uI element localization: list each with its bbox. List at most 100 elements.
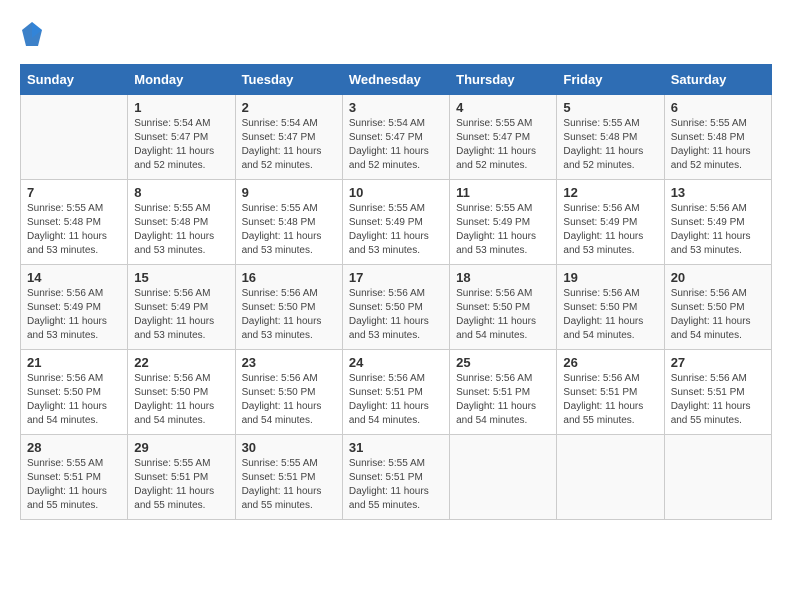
calendar-cell: 15Sunrise: 5:56 AM Sunset: 5:49 PM Dayli… <box>128 265 235 350</box>
calendar-cell: 17 Sunrise: 5:56 AM Sunset: 5:50 PM Dayli… <box>342 265 449 350</box>
calendar-cell: 25 Sunrise: 5:56 AM Sunset: 5:51 PM Dayli… <box>450 350 557 435</box>
day-number: 26 <box>563 355 657 370</box>
calendar-cell: 27Sunrise: 5:56 AM Sunset: 5:51 PM Dayli… <box>664 350 771 435</box>
logo <box>20 20 48 48</box>
page-header <box>20 20 772 48</box>
day-info: Sunrise: 5:55 AM Sunset: 5:48 PM Dayligh… <box>671 117 765 173</box>
day-info: Sunrise: 5:56 AM Sunset: 5:51 PM Dayligh… <box>671 372 765 428</box>
calendar-cell: 12Sunrise: 5:56 AM Sunset: 5:49 PM Dayli… <box>557 180 664 265</box>
day-number: 23 <box>242 355 336 370</box>
calendar-cell: 5 Sunrise: 5:55 AM Sunset: 5:48 PM Daylig… <box>557 95 664 180</box>
calendar-cell: 28 Sunrise: 5:55 AM Sunset: 5:51 PM Dayli… <box>21 435 128 520</box>
calendar-cell: 3 Sunrise: 5:54 AM Sunset: 5:47 PM Daylig… <box>342 95 449 180</box>
day-info: Sunrise: 5:54 AM Sunset: 5:47 PM Dayligh… <box>134 117 228 173</box>
calendar-cell: 26 Sunrise: 5:56 AM Sunset: 5:51 PM Dayli… <box>557 350 664 435</box>
day-number: 9 <box>242 185 336 200</box>
day-number: 25 <box>456 355 550 370</box>
day-info: Sunrise: 5:56 AM Sunset: 5:51 PM Dayligh… <box>563 372 657 428</box>
calendar-cell: 6 Sunrise: 5:55 AM Sunset: 5:48 PM Daylig… <box>664 95 771 180</box>
calendar-cell: 16Sunrise: 5:56 AM Sunset: 5:50 PM Dayli… <box>235 265 342 350</box>
day-info: Sunrise: 5:56 AM Sunset: 5:50 PM Dayligh… <box>242 287 336 343</box>
calendar-cell <box>21 95 128 180</box>
calendar-header: SundayMondayTuesdayWednesdayThursdayFrid… <box>21 65 772 95</box>
day-info: Sunrise: 5:55 AM Sunset: 5:51 PM Dayligh… <box>349 457 443 513</box>
day-number: 4 <box>456 100 550 115</box>
calendar-cell: 2 Sunrise: 5:54 AM Sunset: 5:47 PM Daylig… <box>235 95 342 180</box>
day-info: Sunrise: 5:55 AM Sunset: 5:48 PM Dayligh… <box>27 202 121 258</box>
day-number: 28 <box>27 440 121 455</box>
day-number: 1 <box>134 100 228 115</box>
calendar-cell: 4 Sunrise: 5:55 AM Sunset: 5:47 PM Daylig… <box>450 95 557 180</box>
day-info: Sunrise: 5:55 AM Sunset: 5:49 PM Dayligh… <box>456 202 550 258</box>
day-info: Sunrise: 5:56 AM Sunset: 5:50 PM Dayligh… <box>242 372 336 428</box>
day-info: Sunrise: 5:55 AM Sunset: 5:48 PM Dayligh… <box>134 202 228 258</box>
day-info: Sunrise: 5:56 AM Sunset: 5:50 PM Dayligh… <box>27 372 121 428</box>
day-info: Sunrise: 5:56 AM Sunset: 5:50 PM Dayligh… <box>456 287 550 343</box>
day-info: Sunrise: 5:55 AM Sunset: 5:51 PM Dayligh… <box>27 457 121 513</box>
day-info: Sunrise: 5:55 AM Sunset: 5:51 PM Dayligh… <box>134 457 228 513</box>
calendar-week-3: 14Sunrise: 5:56 AM Sunset: 5:49 PM Dayli… <box>21 265 772 350</box>
day-info: Sunrise: 5:56 AM Sunset: 5:49 PM Dayligh… <box>134 287 228 343</box>
calendar-cell: 9 Sunrise: 5:55 AM Sunset: 5:48 PM Daylig… <box>235 180 342 265</box>
day-info: Sunrise: 5:55 AM Sunset: 5:47 PM Dayligh… <box>456 117 550 173</box>
calendar-cell: 13 Sunrise: 5:56 AM Sunset: 5:49 PM Dayli… <box>664 180 771 265</box>
day-info: Sunrise: 5:54 AM Sunset: 5:47 PM Dayligh… <box>242 117 336 173</box>
weekday-header-tuesday: Tuesday <box>235 65 342 95</box>
day-number: 13 <box>671 185 765 200</box>
day-info: Sunrise: 5:56 AM Sunset: 5:51 PM Dayligh… <box>456 372 550 428</box>
day-info: Sunrise: 5:56 AM Sunset: 5:51 PM Dayligh… <box>349 372 443 428</box>
calendar-table: SundayMondayTuesdayWednesdayThursdayFrid… <box>20 64 772 520</box>
calendar-cell <box>664 435 771 520</box>
day-number: 3 <box>349 100 443 115</box>
calendar-cell: 14Sunrise: 5:56 AM Sunset: 5:49 PM Dayli… <box>21 265 128 350</box>
logo-icon <box>20 20 44 48</box>
day-info: Sunrise: 5:55 AM Sunset: 5:51 PM Dayligh… <box>242 457 336 513</box>
day-number: 29 <box>134 440 228 455</box>
calendar-cell <box>557 435 664 520</box>
calendar-body: 1 Sunrise: 5:54 AM Sunset: 5:47 PM Daylig… <box>21 95 772 520</box>
calendar-cell: 21Sunrise: 5:56 AM Sunset: 5:50 PM Dayli… <box>21 350 128 435</box>
weekday-header-monday: Monday <box>128 65 235 95</box>
calendar-cell: 20 Sunrise: 5:56 AM Sunset: 5:50 PM Dayli… <box>664 265 771 350</box>
day-number: 10 <box>349 185 443 200</box>
calendar-week-1: 1 Sunrise: 5:54 AM Sunset: 5:47 PM Daylig… <box>21 95 772 180</box>
day-number: 8 <box>134 185 228 200</box>
calendar-week-4: 21Sunrise: 5:56 AM Sunset: 5:50 PM Dayli… <box>21 350 772 435</box>
calendar-week-2: 7Sunrise: 5:55 AM Sunset: 5:48 PM Daylig… <box>21 180 772 265</box>
day-info: Sunrise: 5:56 AM Sunset: 5:50 PM Dayligh… <box>349 287 443 343</box>
day-info: Sunrise: 5:56 AM Sunset: 5:50 PM Dayligh… <box>671 287 765 343</box>
weekday-header-wednesday: Wednesday <box>342 65 449 95</box>
weekday-header-sunday: Sunday <box>21 65 128 95</box>
day-number: 17 <box>349 270 443 285</box>
day-number: 6 <box>671 100 765 115</box>
day-info: Sunrise: 5:55 AM Sunset: 5:49 PM Dayligh… <box>349 202 443 258</box>
weekday-header-thursday: Thursday <box>450 65 557 95</box>
day-info: Sunrise: 5:56 AM Sunset: 5:49 PM Dayligh… <box>671 202 765 258</box>
weekday-header-friday: Friday <box>557 65 664 95</box>
day-number: 5 <box>563 100 657 115</box>
day-number: 22 <box>134 355 228 370</box>
day-number: 11 <box>456 185 550 200</box>
day-number: 18 <box>456 270 550 285</box>
day-number: 24 <box>349 355 443 370</box>
day-number: 2 <box>242 100 336 115</box>
day-number: 20 <box>671 270 765 285</box>
calendar-cell: 24 Sunrise: 5:56 AM Sunset: 5:51 PM Dayli… <box>342 350 449 435</box>
day-info: Sunrise: 5:56 AM Sunset: 5:49 PM Dayligh… <box>563 202 657 258</box>
day-number: 31 <box>349 440 443 455</box>
day-info: Sunrise: 5:56 AM Sunset: 5:50 PM Dayligh… <box>134 372 228 428</box>
calendar-cell: 22 Sunrise: 5:56 AM Sunset: 5:50 PM Dayli… <box>128 350 235 435</box>
calendar-cell: 11 Sunrise: 5:55 AM Sunset: 5:49 PM Dayli… <box>450 180 557 265</box>
weekday-header-saturday: Saturday <box>664 65 771 95</box>
weekday-row: SundayMondayTuesdayWednesdayThursdayFrid… <box>21 65 772 95</box>
calendar-cell: 31 Sunrise: 5:55 AM Sunset: 5:51 PM Dayli… <box>342 435 449 520</box>
calendar-cell: 7Sunrise: 5:55 AM Sunset: 5:48 PM Daylig… <box>21 180 128 265</box>
day-info: Sunrise: 5:55 AM Sunset: 5:48 PM Dayligh… <box>563 117 657 173</box>
day-number: 30 <box>242 440 336 455</box>
calendar-cell: 30 Sunrise: 5:55 AM Sunset: 5:51 PM Dayli… <box>235 435 342 520</box>
calendar-cell: 1 Sunrise: 5:54 AM Sunset: 5:47 PM Daylig… <box>128 95 235 180</box>
day-info: Sunrise: 5:55 AM Sunset: 5:48 PM Dayligh… <box>242 202 336 258</box>
calendar-cell: 19Sunrise: 5:56 AM Sunset: 5:50 PM Dayli… <box>557 265 664 350</box>
calendar-cell: 8 Sunrise: 5:55 AM Sunset: 5:48 PM Daylig… <box>128 180 235 265</box>
day-info: Sunrise: 5:54 AM Sunset: 5:47 PM Dayligh… <box>349 117 443 173</box>
